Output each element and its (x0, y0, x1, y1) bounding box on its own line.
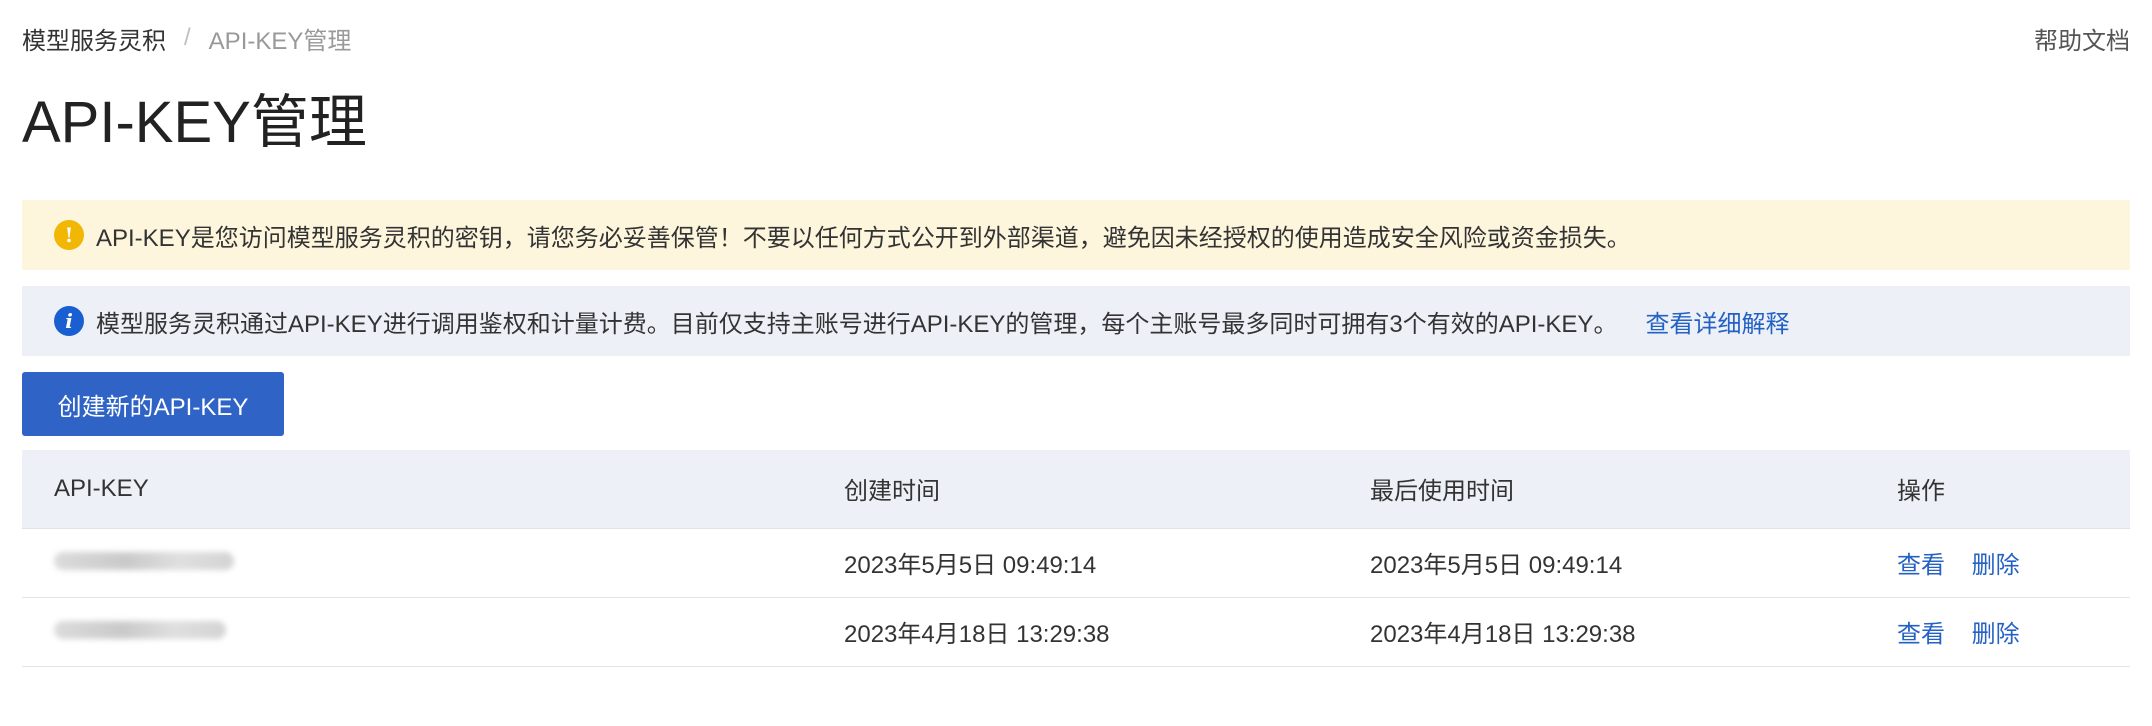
breadcrumb-current: API-KEY管理 (208, 27, 352, 55)
info-alert: i 模型服务灵积通过API-KEY进行调用鉴权和计量计费。目前仅支持主账号进行A… (22, 286, 2130, 356)
view-details-link[interactable]: 查看详细解释 (1645, 304, 1789, 339)
help-docs-link[interactable]: 帮助文档 (2034, 21, 2130, 56)
warning-alert-text: API-KEY是您访问模型服务灵积的密钥，请您务必妥善保管！不要以任何方式公开到… (96, 224, 1631, 252)
create-api-key-button[interactable]: 创建新的API-KEY (22, 372, 284, 436)
warning-icon: ! (54, 220, 84, 250)
masked-api-key (54, 551, 234, 570)
table-row: 2023年5月5日 09:49:14 2023年5月5日 09:49:14 查看… (22, 528, 2130, 598)
api-key-table: API-KEY 创建时间 最后使用时间 操作 2023年5月5日 09:49:1… (22, 450, 2130, 667)
breadcrumb-root-link[interactable]: 模型服务灵积 (22, 21, 166, 56)
api-key-cell (22, 597, 812, 667)
created-time-cell: 2023年5月5日 09:49:14 (812, 528, 1338, 598)
delete-key-link[interactable]: 删除 (1972, 621, 2020, 648)
table-row: 2023年4月18日 13:29:38 2023年4月18日 13:29:38 … (22, 597, 2130, 667)
info-alert-text: 模型服务灵积通过API-KEY进行调用鉴权和计量计费。目前仅支持主账号进行API… (96, 310, 1618, 338)
table-header-row: API-KEY 创建时间 最后使用时间 操作 (22, 450, 2130, 529)
info-icon: i (54, 306, 84, 336)
view-key-link[interactable]: 查看 (1897, 621, 1945, 648)
warning-alert: ! API-KEY是您访问模型服务灵积的密钥，请您务必妥善保管！不要以任何方式公… (22, 200, 2130, 270)
column-header-actions: 操作 (1865, 450, 2130, 529)
page-title: API-KEY管理 (22, 90, 367, 155)
actions-cell: 查看 删除 (1865, 597, 2130, 667)
breadcrumb: 模型服务灵积 / API-KEY管理 (22, 21, 351, 56)
column-header-created: 创建时间 (812, 450, 1338, 529)
column-header-last-used: 最后使用时间 (1338, 450, 1865, 529)
api-key-page: 模型服务灵积 / API-KEY管理 帮助文档 API-KEY管理 ! API-… (0, 0, 2152, 726)
masked-api-key (54, 620, 226, 639)
top-bar: 模型服务灵积 / API-KEY管理 帮助文档 (22, 0, 2130, 76)
breadcrumb-separator: / (184, 24, 191, 51)
delete-key-link[interactable]: 删除 (1972, 552, 2020, 579)
view-key-link[interactable]: 查看 (1897, 552, 1945, 579)
last-used-time-cell: 2023年5月5日 09:49:14 (1338, 528, 1865, 598)
created-time-cell: 2023年4月18日 13:29:38 (812, 597, 1338, 667)
column-header-api-key: API-KEY (22, 450, 812, 529)
api-key-cell (22, 528, 812, 598)
last-used-time-cell: 2023年4月18日 13:29:38 (1338, 597, 1865, 667)
actions-cell: 查看 删除 (1865, 528, 2130, 598)
